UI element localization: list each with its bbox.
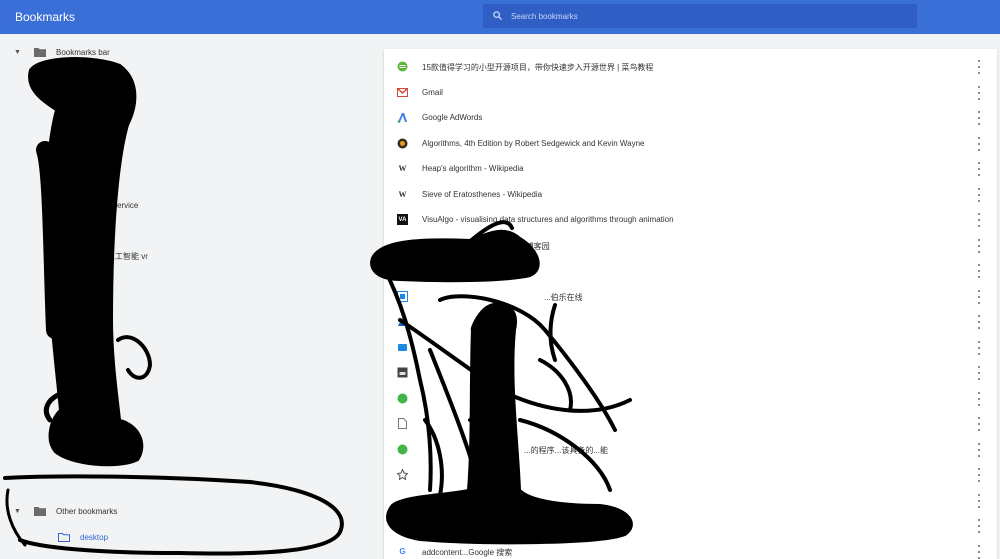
bookmark-title: ...的程序...该具备的...能 (524, 446, 609, 455)
bookmark-row[interactable]: Google AdWords (384, 105, 997, 130)
bookmark-title: Heap's algorithm - Wikipedia (422, 164, 524, 173)
bookmark-row[interactable] (384, 360, 997, 385)
wechat-icon (397, 393, 408, 404)
expand-arrow-icon[interactable]: ▼ (14, 49, 26, 56)
more-menu-icon[interactable] (974, 60, 984, 74)
more-menu-icon[interactable] (974, 188, 984, 202)
bookmark-row[interactable] (384, 513, 997, 538)
sidebar-item-label: 人工智能 vr (107, 251, 148, 261)
more-menu-icon[interactable] (974, 137, 984, 151)
wikipedia-icon: W (398, 190, 407, 199)
bookmark-row[interactable]: ...数引发的血...识库_博客园 (384, 233, 997, 258)
sidebar-item-desktop[interactable]: desktop (38, 528, 108, 546)
more-menu-icon[interactable] (974, 519, 984, 533)
bookmark-row[interactable] (384, 488, 997, 513)
bookmark-title: Gmail (422, 88, 443, 97)
bookmark-row[interactable]: W Sieve of Eratosthenes - Wikipedia (384, 182, 997, 207)
wechat-icon (397, 444, 408, 455)
sidebar-item-label: desktop (80, 532, 109, 542)
bookmark-row[interactable] (384, 462, 997, 487)
more-menu-icon[interactable] (974, 315, 984, 329)
more-menu-icon[interactable] (974, 417, 984, 431)
more-menu-icon[interactable] (974, 264, 984, 278)
bookmark-title: Algorithms, 4th Edition by Robert Sedgew… (422, 139, 645, 148)
more-menu-icon[interactable] (974, 213, 984, 227)
sidebar: ▼ Bookmarks bar service 人工智能 vr ▼ Other … (0, 34, 383, 559)
bookmark-title: ...伯乐在线 (544, 293, 583, 302)
runoob-icon (397, 61, 408, 72)
more-menu-icon[interactable] (974, 443, 984, 457)
top-bar: Bookmarks (0, 0, 1000, 34)
more-menu-icon[interactable] (974, 468, 984, 482)
bookmark-row[interactable] (384, 258, 997, 283)
bookmark-row[interactable]: VA VisuAlgo - visualising data structure… (384, 207, 997, 232)
bookmark-row[interactable]: ...伯乐在线 (384, 284, 997, 309)
sidebar-item-other-bookmarks[interactable]: ▼ Other bookmarks (14, 502, 117, 520)
bookmark-row[interactable]: G addcontent...Google 搜索 (384, 539, 997, 559)
sidebar-item-ai-vr[interactable]: 人工智能 vr (107, 247, 148, 265)
more-menu-icon[interactable] (974, 162, 984, 176)
more-menu-icon[interactable] (974, 392, 984, 406)
gmail-icon (397, 87, 408, 98)
more-menu-icon[interactable] (974, 111, 984, 125)
more-menu-icon[interactable] (974, 290, 984, 304)
more-menu-icon[interactable] (974, 494, 984, 508)
wikipedia-icon: W (398, 164, 407, 173)
algs4-icon (397, 138, 408, 149)
page-icon (397, 342, 408, 353)
search-box[interactable] (483, 4, 917, 28)
bookmark-title: Google AdWords (422, 113, 483, 122)
bookmark-title: ...数引发的血...识库_博客园 (452, 242, 550, 251)
app-title: Bookmarks (15, 10, 76, 24)
bookmark-row[interactable] (384, 411, 997, 436)
more-menu-icon[interactable] (974, 239, 984, 253)
folder-open-icon (58, 533, 70, 542)
bookmark-list: 15款值得学习的小型开源项目，带你快速步入开源世界 | 菜鸟教程 Gmail G… (384, 49, 997, 559)
page-icon (397, 240, 408, 251)
bookmark-row[interactable] (384, 309, 997, 334)
page-icon (397, 265, 408, 276)
sidebar-item-bookmarks-bar[interactable]: ▼ Bookmarks bar (14, 43, 110, 61)
folder-icon (34, 507, 46, 516)
page-icon (397, 418, 408, 429)
page-icon (397, 469, 408, 480)
bookmark-row[interactable]: W Heap's algorithm - Wikipedia (384, 156, 997, 181)
bookmark-title: Sieve of Eratosthenes - Wikipedia (422, 190, 543, 199)
bookmark-row[interactable]: ...的程序...该具备的...能 (384, 437, 997, 462)
sidebar-item-label: Bookmarks bar (56, 47, 110, 57)
more-menu-icon[interactable] (974, 86, 984, 100)
bookmark-title: addcontent...Google 搜索 (422, 548, 513, 557)
page-icon (397, 495, 408, 506)
page-icon (397, 520, 408, 531)
adwords-icon (397, 112, 408, 123)
sidebar-item-label: Other bookmarks (56, 506, 118, 516)
more-menu-icon[interactable] (974, 366, 984, 380)
bookmark-row[interactable] (384, 386, 997, 411)
page-icon (397, 316, 408, 327)
sidebar-item-service[interactable]: service (113, 196, 138, 214)
page-icon (397, 367, 408, 378)
folder-icon (34, 48, 46, 57)
bookmark-row[interactable] (384, 335, 997, 360)
sidebar-item-label: service (113, 200, 139, 210)
jobbole-icon (397, 291, 408, 302)
bookmark-title: VisuAlgo - visualising data structures a… (422, 215, 674, 224)
search-icon (493, 11, 503, 21)
bookmark-row[interactable]: Algorithms, 4th Edition by Robert Sedgew… (384, 131, 997, 156)
more-menu-icon[interactable] (974, 545, 984, 559)
expand-arrow-icon[interactable]: ▼ (14, 508, 26, 515)
search-input[interactable] (511, 7, 901, 25)
google-icon: G (399, 547, 406, 556)
more-menu-icon[interactable] (974, 341, 984, 355)
bookmark-row[interactable]: Gmail (384, 80, 997, 105)
bookmark-title: 15款值得学习的小型开源项目，带你快速步入开源世界 | 菜鸟教程 (422, 63, 654, 72)
visualgo-icon: VA (397, 214, 408, 225)
bookmark-row[interactable]: 15款值得学习的小型开源项目，带你快速步入开源世界 | 菜鸟教程 (384, 54, 997, 79)
